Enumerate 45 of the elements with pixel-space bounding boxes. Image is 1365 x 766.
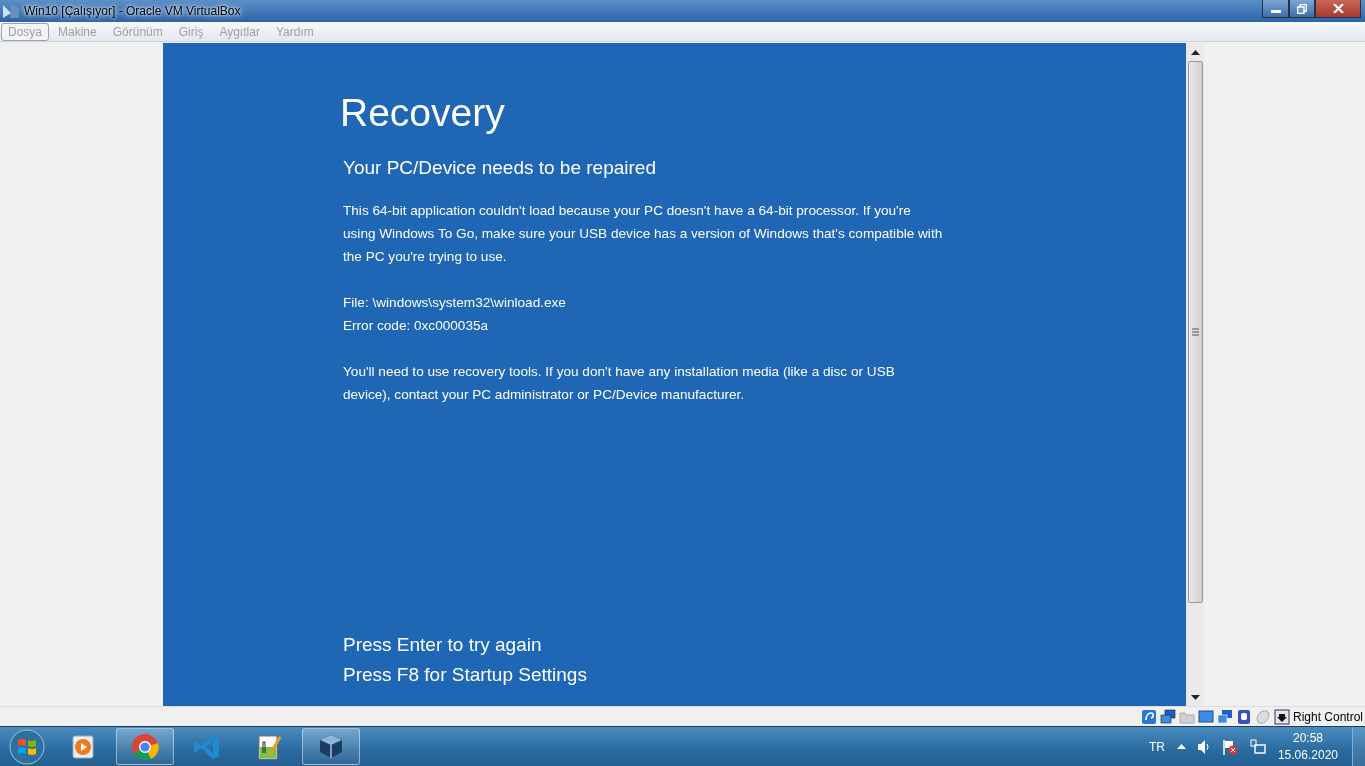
flag-warning-icon[interactable] (1221, 738, 1238, 755)
scroll-down-icon[interactable] (1190, 695, 1200, 700)
language-indicator[interactable]: TR (1148, 739, 1165, 754)
grip-icon (1191, 328, 1199, 336)
key-prompt: Press Enter to try again (343, 633, 543, 657)
minimize-button[interactable] (1262, 0, 1289, 18)
menu-item[interactable]: Makine (51, 22, 104, 41)
menu-item[interactable]: Aygıtlar (212, 22, 267, 41)
menu-item[interactable]: Dosya (1, 22, 49, 41)
menu-item[interactable]: Giriş (171, 22, 211, 41)
screen-subtitle: Your PC/Device needs to be repaired (343, 157, 657, 179)
app-icon (2, 2, 20, 20)
network-icon[interactable] (1249, 738, 1266, 755)
scroll-thumb[interactable] (1187, 61, 1203, 603)
network-icon (1159, 708, 1176, 725)
taskbar-button[interactable] (116, 728, 174, 765)
error-detail: Error code: 0xc000035a (343, 317, 490, 335)
browser-icon (131, 732, 159, 761)
show-hidden-icon[interactable] (1176, 744, 1186, 749)
scroll-up-icon[interactable] (1190, 50, 1200, 55)
monitor-icon (1197, 708, 1214, 725)
error-message: This 64-bit application couldn't load because your PC doesn't have a 64-bit processor. If you're using Windows To Go, make sure your USB device has a version of Windows that's compatible with the PC you're trying to use. (343, 202, 943, 266)
scrollbar[interactable] (1186, 43, 1204, 706)
close-icon (1332, 4, 1344, 13)
window-title: Win10 [Çalışıyor] - Oracle VM VirtualBox (24, 4, 242, 18)
restore-button[interactable] (1289, 0, 1315, 18)
cube-icon (317, 732, 345, 761)
host-key-label: Right Control (1292, 709, 1363, 724)
usb-icon (1235, 708, 1252, 725)
taskbar-button[interactable] (302, 728, 360, 765)
advice-text: You'll need to use recovery tools. If you don't have any installation media (like a disc or USB device), contact your PC administrator or PC/Device manufacturer. (343, 363, 896, 404)
clock[interactable]: 20:58 15.06.2020 (1277, 729, 1338, 764)
notepad-icon (255, 732, 283, 761)
mouse-icon (1254, 708, 1271, 725)
key-prompt: Press F8 for Startup Settings (343, 663, 588, 687)
close-button[interactable] (1315, 0, 1361, 18)
speaker-icon[interactable] (1197, 739, 1210, 754)
restore-icon (1297, 3, 1307, 14)
code-editor-icon (193, 732, 221, 761)
screen-title: Recovery (340, 91, 506, 135)
menu-item[interactable]: Görünüm (105, 22, 170, 41)
menu-item[interactable]: Yardım (268, 22, 321, 41)
headphones-icon (1140, 708, 1157, 725)
media-player-icon (69, 732, 97, 761)
error-detail: File: \windows\system32\winload.exe (343, 294, 567, 312)
